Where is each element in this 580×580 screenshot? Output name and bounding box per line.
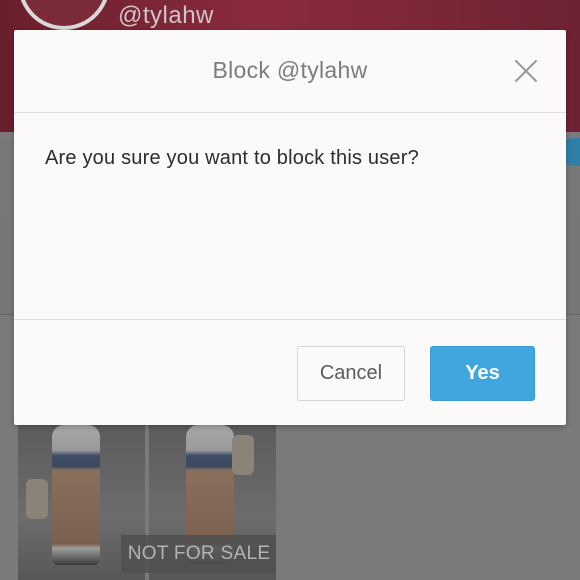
photo-bag-left [26, 479, 48, 519]
dialog-message: Are you sure you want to block this user… [45, 147, 419, 169]
block-user-dialog: Block @tylahw Are you sure you want to b… [14, 30, 566, 425]
dialog-footer: Cancel Yes [14, 321, 566, 425]
dialog-header: Block @tylahw [14, 30, 566, 113]
cancel-button[interactable]: Cancel [297, 346, 405, 401]
listing-photo: NOT FOR SALE [18, 425, 276, 580]
profile-username: @tylahw [118, 2, 214, 29]
not-for-sale-badge: NOT FOR SALE [121, 535, 276, 573]
photo-figure-left [52, 425, 100, 565]
dialog-title: Block @tylahw [212, 57, 368, 83]
confirm-yes-button[interactable]: Yes [430, 346, 535, 401]
close-icon[interactable] [513, 58, 539, 84]
dialog-body: Are you sure you want to block this user… [14, 114, 566, 320]
photo-bag-right [232, 435, 254, 475]
